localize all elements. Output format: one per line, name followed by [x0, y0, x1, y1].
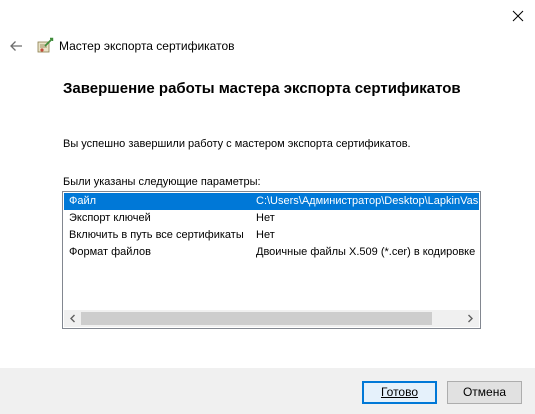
finish-button-label: Готово [380, 385, 419, 399]
params-list[interactable]: Файл C:\Users\Администратор\Desktop\Lapk… [62, 191, 481, 329]
param-value: C:\Users\Администратор\Desktop\LapkinVas… [256, 195, 479, 207]
page-heading: Завершение работы мастера экспорта серти… [63, 80, 461, 97]
list-item[interactable]: Экспорт ключей Нет [64, 210, 479, 227]
scroll-left-arrow-icon [70, 314, 75, 323]
back-arrow-icon [10, 41, 22, 51]
finish-button[interactable]: Готово [362, 381, 437, 404]
param-value: Нет [256, 212, 275, 224]
scroll-left-button[interactable] [64, 310, 81, 327]
param-value: Нет [256, 229, 275, 241]
param-name: Файл [69, 195, 97, 207]
success-message: Вы успешно завершили работу с мастером э… [63, 138, 411, 150]
horizontal-scrollbar[interactable] [64, 310, 479, 327]
wizard-title: Мастер экспорта сертификатов [59, 39, 235, 53]
certificate-wizard-icon [37, 37, 54, 53]
params-label: Были указаны следующие параметры: [63, 176, 261, 188]
close-button[interactable] [504, 4, 532, 28]
param-name: Включить в путь все сертификаты [69, 229, 244, 241]
close-icon [512, 10, 524, 22]
cancel-button[interactable]: Отмена [447, 381, 522, 404]
back-button[interactable] [6, 36, 26, 56]
list-item[interactable]: Формат файлов Двоичные файлы X.509 (*.ce… [64, 244, 479, 261]
scroll-right-button[interactable] [462, 310, 479, 327]
param-name: Формат файлов [69, 246, 151, 258]
scrollbar-thumb[interactable] [81, 312, 432, 325]
list-item[interactable]: Включить в путь все сертификаты Нет [64, 227, 479, 244]
param-name: Экспорт ключей [69, 212, 151, 224]
certificate-export-wizard-window: Мастер экспорта сертификатов Завершение … [0, 0, 535, 414]
list-item[interactable]: Файл C:\Users\Администратор\Desktop\Lapk… [64, 193, 479, 210]
param-value: Двоичные файлы X.509 (*.cer) в кодировке [256, 246, 476, 258]
scroll-right-arrow-icon [468, 314, 473, 323]
